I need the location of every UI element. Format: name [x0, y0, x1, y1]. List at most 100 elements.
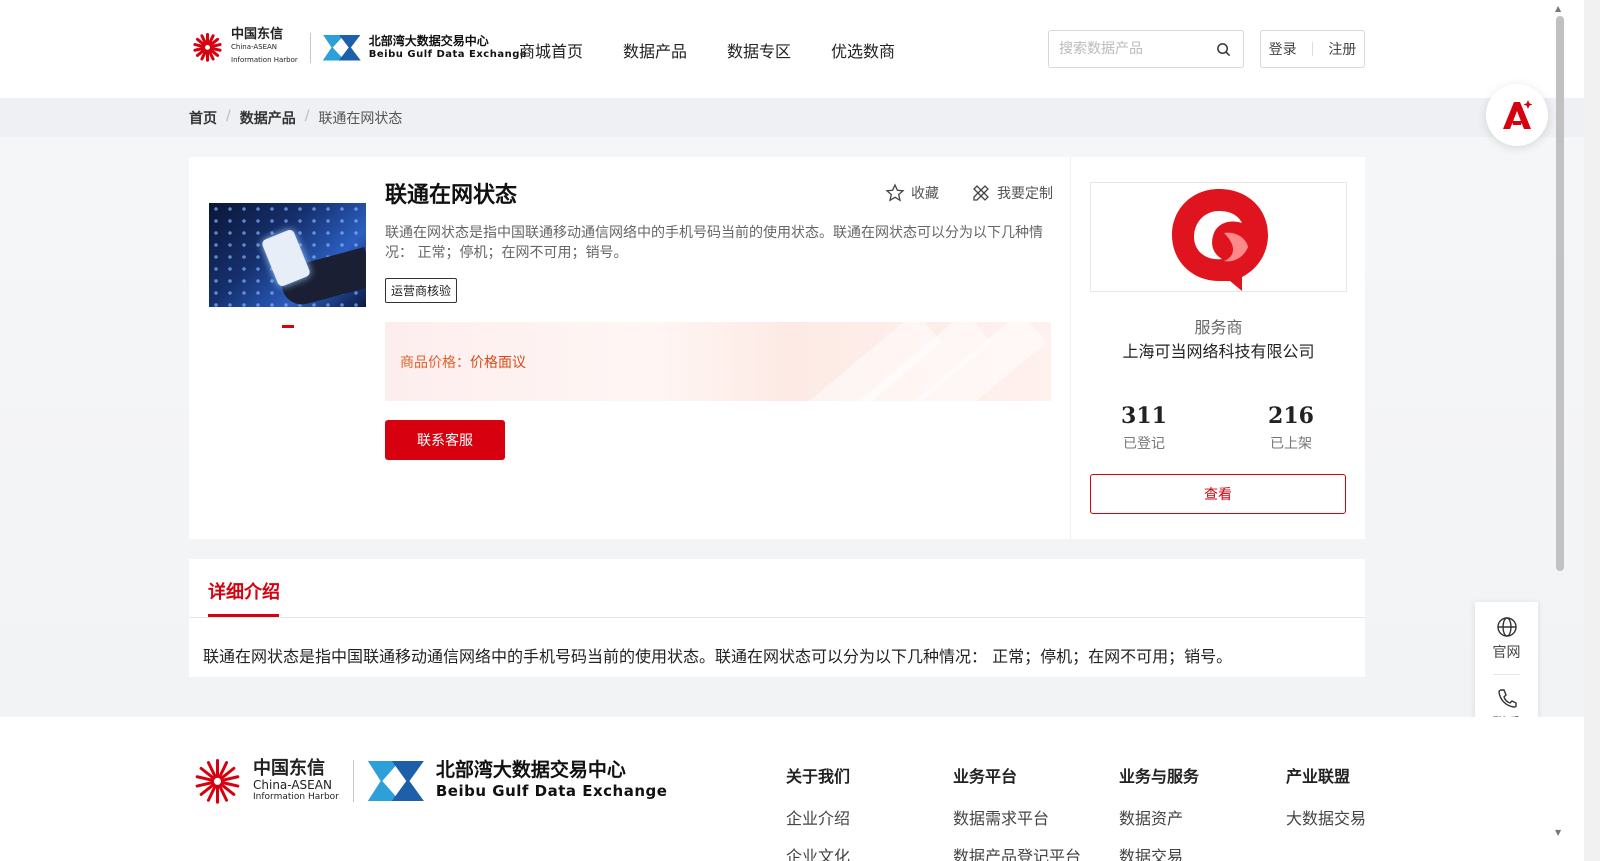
footer-link[interactable]: 数据需求平台	[953, 805, 1081, 829]
main-nav: 商城首页 数据产品 数据专区 优选数商	[519, 38, 895, 62]
ai-assistant-button[interactable]	[1486, 84, 1548, 146]
footer-brand-cn-name: 中国东信	[253, 758, 325, 779]
search-input[interactable]	[1049, 31, 1199, 67]
footer-link[interactable]: 数据产品登记平台	[953, 843, 1081, 861]
footer-brand-beibu-en: Beibu Gulf Data Exchange	[435, 782, 668, 800]
register-link[interactable]: 注册	[1328, 39, 1356, 59]
price-value: 价格面议	[470, 355, 526, 371]
stat-listed: 216 已上架	[1231, 403, 1351, 453]
side-divider	[1493, 674, 1520, 675]
beibu-gulf-mark-icon	[322, 33, 363, 63]
breadcrumb-separator: /	[304, 108, 310, 124]
price-label: 商品价格：	[400, 355, 470, 371]
provider-type-label: 服务商	[1194, 318, 1243, 337]
phone-icon	[1497, 689, 1517, 708]
provider-name[interactable]: 上海可当网络科技有限公司	[1090, 338, 1347, 362]
listed-count: 216	[1268, 403, 1314, 429]
breadcrumb-separator: /	[226, 108, 231, 124]
brand-beibu-gulf: 北部湾大数据交易中心 Beibu Gulf Data Exchange	[368, 33, 528, 61]
search-box	[1048, 30, 1244, 68]
footer-brand-china-asean: 中国东信 China-ASEAN Information Harbor	[253, 759, 339, 803]
stat-registered: 311 已登记	[1084, 403, 1204, 453]
beibu-gulf-mark-icon	[367, 759, 428, 803]
side-website-button[interactable]: 官网	[1475, 616, 1538, 662]
scroll-up-arrow-icon[interactable]: ▲	[1555, 4, 1561, 13]
china-asean-sun-icon	[189, 30, 225, 66]
auth-divider	[1311, 42, 1313, 56]
product-description: 联通在网状态是指中国联通移动通信网络中的手机号码当前的使用状态。联通在网状态可以…	[385, 225, 1043, 261]
breadcrumb: 首页 / 数据产品 / 联通在网状态	[189, 108, 402, 128]
footer-col-heading: 业务与服务	[1119, 767, 1200, 786]
brand-beibu-cn: 北部湾大数据交易中心	[368, 33, 489, 48]
detail-text: 联通在网状态是指中国联通移动通信网络中的手机号码当前的使用状态。联通在网状态可以…	[203, 647, 1233, 666]
search-icon[interactable]	[1216, 42, 1231, 57]
header: 中国东信 China-ASEAN Information Harbor 北部湾大…	[0, 0, 1584, 98]
footer-brand-beibu-cn: 北部湾大数据交易中心	[435, 759, 626, 781]
breadcrumb-home[interactable]: 首页	[189, 108, 217, 128]
footer-col-platform: 业务平台 数据需求平台 数据产品登记平台	[953, 763, 1081, 861]
tab-divider	[189, 617, 1365, 618]
carousel-indicator[interactable]	[282, 325, 294, 328]
brand-china-asean: 中国东信 China-ASEAN Information Harbor	[231, 28, 298, 67]
side-website-label: 官网	[1492, 645, 1521, 661]
china-asean-sun-icon	[189, 753, 245, 809]
login-link[interactable]: 登录	[1269, 39, 1297, 59]
brand-en-name-a: China-ASEAN	[231, 43, 278, 51]
footer-brand-en-name-a: China-ASEAN	[253, 778, 332, 792]
brand-cn-name: 中国东信	[231, 27, 284, 42]
brand-en-name-b: Information Harbor	[231, 56, 298, 64]
auth-box: 登录 注册	[1260, 30, 1365, 68]
globe-icon	[1496, 617, 1517, 637]
tab-detail-intro[interactable]: 详细介绍	[208, 578, 280, 604]
detail-section: 详细介绍 联通在网状态是指中国联通移动通信网络中的手机号码当前的使用状态。联通在…	[189, 559, 1365, 677]
footer-col-heading: 业务平台	[953, 767, 1018, 786]
footer-brand-beibu-gulf: 北部湾大数据交易中心 Beibu Gulf Data Exchange	[436, 760, 668, 802]
price-box: 商品价格：价格面议	[385, 322, 1051, 401]
footer-col-heading: 产业联盟	[1286, 767, 1351, 786]
view-provider-button[interactable]: 查看	[1090, 474, 1346, 514]
logo-divider	[309, 32, 311, 63]
product-title: 联通在网状态	[385, 183, 518, 208]
nav-item-preferred-vendors[interactable]: 优选数商	[831, 38, 895, 62]
footer-logo[interactable]: 中国东信 China-ASEAN Information Harbor 北部湾大…	[189, 753, 667, 809]
favorite-label: 收藏	[911, 186, 939, 202]
nav-item-data-zone[interactable]: 数据专区	[727, 38, 791, 62]
footer-link[interactable]: 数据交易	[1119, 843, 1199, 861]
customize-tools-icon	[973, 185, 989, 201]
footer-col-alliance: 产业联盟 大数据交易	[1286, 763, 1366, 829]
star-icon	[885, 183, 905, 202]
scrollbar-thumb[interactable]	[1556, 16, 1564, 571]
product-actions: 收藏 我要定制	[885, 183, 1053, 203]
listed-label: 已上架	[1270, 436, 1312, 452]
product-image[interactable]	[209, 203, 366, 307]
customize-button[interactable]: 我要定制	[971, 183, 1053, 203]
provider-logo[interactable]	[1090, 182, 1347, 292]
site-logo[interactable]: 中国东信 China-ASEAN Information Harbor 北部湾大…	[189, 28, 527, 67]
registered-count: 311	[1121, 403, 1167, 429]
nav-item-data-products[interactable]: 数据产品	[623, 38, 687, 62]
scroll-down-arrow-icon[interactable]: ▼	[1555, 828, 1561, 837]
price-row: 商品价格：价格面议	[400, 352, 526, 372]
provider-logo-icon	[1171, 189, 1268, 291]
favorite-button[interactable]: 收藏	[885, 183, 939, 203]
product-tag: 运营商核验	[385, 278, 458, 303]
registered-label: 已登记	[1123, 436, 1165, 452]
footer-col-about: 关于我们 企业介绍 企业文化	[786, 763, 850, 861]
nav-item-mall-home[interactable]: 商城首页	[519, 38, 583, 62]
brand-beibu-en: Beibu Gulf Data Exchange	[368, 48, 528, 60]
footer-link[interactable]: 大数据交易	[1286, 805, 1366, 829]
card-divider	[1070, 157, 1071, 539]
page: 中国东信 China-ASEAN Information Harbor 北部湾大…	[0, 0, 1600, 861]
page-scrollbar[interactable]	[1584, 0, 1600, 861]
product-card: 联通在网状态 收藏 我要定制 联通在网状态是指中国联通移动通信网络中的手机号码当…	[189, 157, 1365, 539]
footer: 中国东信 China-ASEAN Information Harbor 北部湾大…	[0, 717, 1584, 861]
ai-assistant-icon	[1503, 100, 1533, 129]
breadcrumb-data-products[interactable]: 数据产品	[240, 108, 296, 128]
footer-link[interactable]: 数据资产	[1119, 805, 1199, 829]
customize-label: 我要定制	[997, 186, 1053, 202]
footer-link[interactable]: 企业文化	[786, 843, 850, 861]
footer-brand-en-name-b: Information Harbor	[253, 792, 339, 802]
contact-service-button[interactable]: 联系客服	[385, 420, 505, 460]
breadcrumb-current: 联通在网状态	[318, 111, 403, 127]
footer-link[interactable]: 企业介绍	[786, 805, 850, 829]
